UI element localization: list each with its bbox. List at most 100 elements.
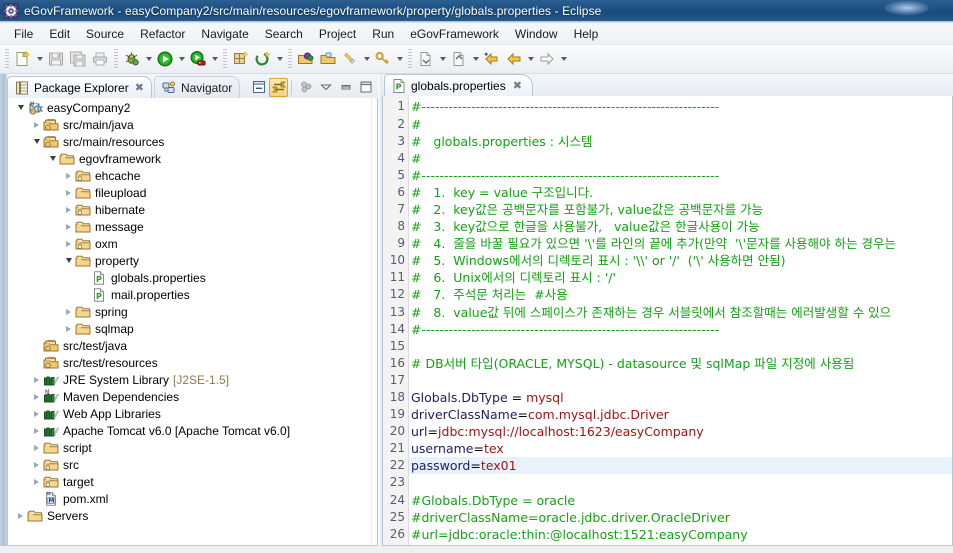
chevron-right-icon[interactable]	[62, 184, 75, 201]
last-edit-location-icon[interactable]	[481, 48, 503, 70]
view-menu-dots-icon[interactable]	[296, 78, 315, 97]
chevron-right-icon[interactable]	[62, 303, 75, 320]
menu-refactor[interactable]: Refactor	[132, 25, 193, 43]
code-line[interactable]: Globals.DbType = mysql	[409, 389, 952, 406]
chevron-right-icon[interactable]	[30, 439, 43, 456]
new-class-dropdown-icon[interactable]	[274, 48, 285, 70]
tree-item-pom-xml[interactable]: MMpom.xml	[8, 490, 377, 507]
text-editor[interactable]: 1234567891011121314151617181920212223242…	[382, 96, 953, 546]
chevron-right-icon[interactable]	[62, 201, 75, 218]
run-external-tools-icon[interactable]	[187, 48, 209, 70]
key-icon[interactable]	[372, 48, 394, 70]
tree-item-jre-system-library[interactable]: JRE System Library[J2SE-1.5]	[8, 371, 377, 388]
code-line[interactable]: #url=jdbc:oracle:thin:@localhost:1521:ea…	[409, 526, 952, 543]
tree-item-property[interactable]: property	[8, 252, 377, 269]
code-line[interactable]: # globals.properties : 시스템	[409, 133, 952, 150]
chevron-right-icon[interactable]	[30, 422, 43, 439]
chevron-right-icon[interactable]	[30, 116, 43, 133]
code-line[interactable]: #---------------------------------------…	[409, 321, 952, 338]
tree-item-script[interactable]: script	[8, 439, 377, 456]
code-content[interactable]: #---------------------------------------…	[409, 96, 952, 545]
code-line[interactable]	[409, 338, 952, 355]
toolbar-grip-3[interactable]	[223, 49, 227, 69]
search-icon[interactable]	[339, 48, 361, 70]
next-annotation-dropdown-icon[interactable]	[437, 48, 448, 70]
tab-package-explorer[interactable]: Package Explorer ✖	[7, 76, 152, 98]
new-class-icon[interactable]	[252, 48, 274, 70]
tree-item-servers[interactable]: Servers	[8, 507, 377, 524]
maximize-icon[interactable]	[356, 78, 375, 97]
chevron-right-icon[interactable]	[30, 473, 43, 490]
tree-item-spring[interactable]: spring	[8, 303, 377, 320]
tree-item-message[interactable]: message	[8, 218, 377, 235]
menu-help[interactable]: Help	[566, 25, 607, 43]
code-line[interactable]: #	[409, 150, 952, 167]
code-line[interactable]: # 5. Windows에서의 디렉토리 표시 : '\\' or '/' ('…	[409, 252, 952, 269]
next-annotation-icon[interactable]	[415, 48, 437, 70]
code-line[interactable]	[409, 372, 952, 389]
tab-globals-properties[interactable]: P globals.properties ✖	[384, 74, 533, 96]
forward-icon[interactable]	[536, 48, 558, 70]
tree-item-sqlmap[interactable]: sqlmap	[8, 320, 377, 337]
tree-item-egovframework[interactable]: egovframework	[8, 150, 377, 167]
code-line[interactable]: # 7. 주석문 처리는 #사용	[409, 286, 952, 303]
tree-item-ehcache[interactable]: ehcache	[8, 167, 377, 184]
chevron-right-icon[interactable]	[62, 235, 75, 252]
back-dropdown-icon[interactable]	[525, 48, 536, 70]
menu-edit[interactable]: Edit	[41, 25, 78, 43]
menu-search[interactable]: Search	[257, 25, 311, 43]
key-dropdown-icon[interactable]	[394, 48, 405, 70]
code-line[interactable]: #---------------------------------------…	[409, 167, 952, 184]
chevron-right-icon[interactable]	[62, 218, 75, 235]
menu-source[interactable]: Source	[78, 25, 132, 43]
run-icon[interactable]	[154, 48, 176, 70]
chevron-right-icon[interactable]	[30, 388, 43, 405]
code-line[interactable]: driverClassName=com.mysql.jdbc.Driver	[409, 406, 952, 423]
forward-dropdown-icon[interactable]	[558, 48, 569, 70]
close-icon[interactable]: ✖	[513, 79, 522, 92]
toolbar-grip[interactable]	[5, 49, 9, 69]
tree-item-easycompany2[interactable]: MeasyCompany2	[8, 99, 377, 116]
tab-navigator[interactable]: Navigator	[154, 76, 240, 98]
code-line[interactable]: # 8. value값 뒤에 스페이스가 존재하는 경우 서블릿에서 참조할때는…	[409, 304, 952, 321]
chevron-down-icon[interactable]	[46, 150, 59, 167]
code-line[interactable]: # 2. key값은 공백문자를 포함불가, value값은 공백문자를 가능	[409, 201, 952, 218]
toolbar-grip-2[interactable]	[114, 49, 118, 69]
menu-navigate[interactable]: Navigate	[193, 25, 256, 43]
close-icon[interactable]: ✖	[135, 82, 144, 93]
new-wizard-icon[interactable]	[12, 48, 34, 70]
chevron-right-icon[interactable]	[62, 320, 75, 337]
menu-egovframework[interactable]: eGovFramework	[402, 25, 507, 43]
previous-annotation-dropdown-icon[interactable]	[470, 48, 481, 70]
chevron-right-icon[interactable]	[62, 167, 75, 184]
toolbar-grip-4[interactable]	[288, 49, 292, 69]
chevron-down-icon[interactable]	[62, 252, 75, 269]
menu-file[interactable]: File	[6, 25, 41, 43]
code-line[interactable]: # 1. key = value 구조입니다.	[409, 184, 952, 201]
code-line[interactable]: url=jdbc:mysql://localhost:1623/easyComp…	[409, 423, 952, 440]
tree-item-src[interactable]: src	[8, 456, 377, 473]
toolbar-grip-5[interactable]	[408, 49, 412, 69]
chevron-right-icon[interactable]	[30, 456, 43, 473]
debug-dropdown-icon[interactable]	[143, 48, 154, 70]
tree-item-mail-properties[interactable]: Pmail.properties	[8, 286, 377, 303]
collapse-all-icon[interactable]	[249, 78, 268, 97]
menu-window[interactable]: Window	[507, 25, 566, 43]
code-line[interactable]: #driverClassName=oracle.jdbc.driver.Orac…	[409, 509, 952, 526]
minimize-icon[interactable]	[336, 78, 355, 97]
menu-run[interactable]: Run	[364, 25, 402, 43]
code-line[interactable]: #username=rte	[409, 543, 952, 545]
code-line[interactable]: password=tex01	[409, 457, 952, 474]
tree-item-globals-properties[interactable]: Pglobals.properties	[8, 269, 377, 286]
menu-project[interactable]: Project	[311, 25, 364, 43]
tree-item-hibernate[interactable]: hibernate	[8, 201, 377, 218]
code-line[interactable]	[409, 474, 952, 491]
code-line[interactable]: #---------------------------------------…	[409, 98, 952, 115]
code-line[interactable]: username=tex	[409, 440, 952, 457]
code-line[interactable]: #	[409, 116, 952, 133]
tree-item-src-main-resources[interactable]: src/main/resources	[8, 133, 377, 150]
new-wizard-dropdown-icon[interactable]	[34, 48, 45, 70]
tree-item-src-test-java[interactable]: src/test/java	[8, 337, 377, 354]
tree-vertical-scrollbar[interactable]	[371, 98, 377, 545]
code-line[interactable]: #Globals.DbType = oracle	[409, 492, 952, 509]
